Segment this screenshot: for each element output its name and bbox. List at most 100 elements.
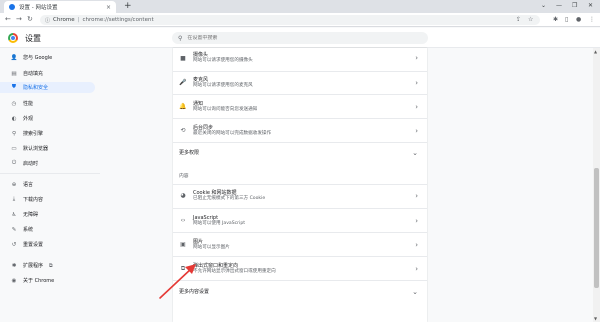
scroll-down-arrow-icon[interactable]: ▼: [594, 316, 597, 321]
code-icon: ‹›: [180, 217, 186, 224]
extensions-icon[interactable]: ✱: [553, 16, 558, 23]
open-external-icon: ⧉: [49, 262, 53, 269]
address-separator: |: [77, 17, 80, 23]
sidebar-item-label: 您与 Google: [23, 55, 53, 61]
chevron-right-icon: ›: [415, 78, 418, 87]
settings-favicon-icon: [9, 4, 15, 10]
row-subtitle: 网站可以显示图片: [193, 244, 230, 250]
browser-toolbar: ← → ↻ ⓘ Chrome | chrome://settings/conte…: [0, 13, 600, 27]
tab-settings[interactable]: 设置 - 网站设置 ×: [4, 1, 116, 13]
chevron-right-icon: ›: [415, 240, 418, 249]
sidebar-item-extensions[interactable]: ✱ 扩展程序 ⧉: [0, 260, 95, 271]
chevron-right-icon: ›: [415, 126, 418, 135]
row-more-content-settings[interactable]: 更多内容设置 ⌄: [173, 280, 427, 302]
row-microphone[interactable]: 🎤 麦克风 网站可以请求使用您的麦克风 ›: [173, 71, 427, 93]
sidebar: 👤 您与 Google ▤ 自动填充 ⛊ 隐私和安全 ◷ 性能 ◐ 外观 ⚲ 搜…: [0, 48, 100, 322]
sidebar-item-accessibility[interactable]: ♿ 无障碍: [0, 209, 95, 220]
sidebar-item-default-browser[interactable]: ▭ 默认浏览器: [0, 143, 95, 154]
bookmark-star-icon[interactable]: ☆: [528, 16, 533, 23]
settings-search[interactable]: ⚲: [172, 32, 428, 44]
sidebar-divider: [0, 173, 100, 174]
scroll-thumb[interactable]: [594, 168, 599, 288]
annotation-arrow-icon: [159, 264, 196, 299]
sidebar-item-label: 默认浏览器: [23, 146, 49, 152]
sidebar-item-languages[interactable]: ⊕ 语言: [0, 179, 95, 190]
side-panel-icon[interactable]: ▯: [565, 16, 568, 23]
row-camera[interactable]: ■ 摄像头 网站可以请求使用您的摄像头 ›: [173, 48, 427, 68]
row-notifications[interactable]: 🔔 通知 网站可以询问能否向您发送通知 ›: [173, 94, 427, 118]
shield-icon: ⛊: [11, 84, 17, 90]
sidebar-item-label: 启动时: [23, 161, 39, 167]
tab-search-chevron-icon[interactable]: ⌄: [541, 2, 546, 9]
bell-icon: 🔔: [179, 103, 187, 110]
download-icon: ⤓: [12, 196, 16, 202]
row-more-permissions[interactable]: 更多权限 ⌄: [173, 142, 427, 162]
forward-button[interactable]: →: [16, 15, 22, 24]
sidebar-item-you-and-google[interactable]: 👤 您与 Google: [0, 52, 95, 63]
new-tab-button[interactable]: +: [124, 2, 132, 11]
sidebar-item-label: 语言: [23, 182, 34, 188]
url-text[interactable]: chrome://settings/content: [82, 17, 153, 23]
page-title: 设置: [25, 34, 41, 43]
image-icon: ▣: [180, 241, 186, 248]
row-javascript[interactable]: ‹› JavaScript 网站可以使用 JavaScript ›: [173, 208, 427, 232]
browser-icon: ▭: [11, 145, 17, 152]
sidebar-item-appearance[interactable]: ◐ 外观: [0, 113, 95, 124]
reload-button[interactable]: ↻: [27, 15, 33, 24]
tab-strip: 设置 - 网站设置 × + ⌄ — ❐ ✕: [0, 0, 600, 13]
sidebar-item-reset[interactable]: ↺ 重置设置: [0, 239, 95, 250]
sidebar-item-downloads[interactable]: ⤓ 下载内容: [0, 194, 95, 205]
page-scrollbar[interactable]: ▲ ▼: [593, 48, 600, 322]
row-subtitle: 已阻止无痕模式下的第三方 Cookie: [193, 195, 266, 201]
row-subtitle: 网站可以请求使用您的麦克风: [193, 82, 253, 88]
sidebar-item-performance[interactable]: ◷ 性能: [0, 98, 95, 109]
chevron-down-icon: ⌄: [412, 148, 418, 157]
search-input[interactable]: [187, 35, 388, 41]
row-images[interactable]: ▣ 图片 网站可以显示图片 ›: [173, 232, 427, 256]
sidebar-item-label: 无障碍: [23, 212, 39, 218]
autofill-icon: ▤: [11, 70, 17, 77]
sidebar-item-system[interactable]: ✎ 系统: [0, 224, 95, 235]
profile-avatar-icon[interactable]: ●: [576, 16, 581, 23]
window-close-button[interactable]: ✕: [588, 2, 593, 9]
sidebar-item-label: 下载内容: [23, 197, 44, 203]
row-subtitle: 网站可以询问能否向您发送通知: [193, 106, 258, 112]
sidebar-item-privacy[interactable]: ⛊ 隐私和安全: [0, 82, 95, 93]
sync-icon: ⟲: [180, 127, 186, 134]
minimize-button[interactable]: —: [556, 2, 562, 9]
power-icon: ⏻: [11, 160, 17, 166]
sidebar-item-autofill[interactable]: ▤ 自动填充: [0, 68, 95, 79]
sidebar-item-on-startup[interactable]: ⏻ 启动时: [0, 158, 95, 169]
site-info-icon[interactable]: ⓘ: [45, 17, 50, 24]
globe-icon: ⊕: [11, 181, 17, 188]
share-icon[interactable]: ⇪: [516, 16, 521, 23]
row-background-sync[interactable]: ⟲ 后台同步 最近关闭的网站可以完成数据收发操作 ›: [173, 118, 427, 142]
palette-icon: ◐: [11, 115, 17, 122]
row-popups-redirects[interactable]: ⧉ 弹出式窗口和重定向 不允许网站显示弹出式窗口或使用重定向 ›: [173, 256, 427, 280]
address-bar[interactable]: ⓘ Chrome | chrome://settings/content: [40, 15, 540, 25]
row-cookies[interactable]: ◕ Cookie 和网站数据 已阻止无痕模式下的第三方 Cookie ›: [173, 184, 427, 206]
accessibility-icon: ♿: [11, 211, 17, 218]
chevron-right-icon: ›: [415, 102, 418, 111]
row-subtitle: 最近关闭的网站可以完成数据收发操作: [193, 130, 272, 136]
tab-title: 设置 - 网站设置: [19, 5, 58, 11]
sidebar-item-label: 隐私和安全: [23, 85, 49, 91]
chevron-right-icon: ›: [415, 54, 418, 62]
menu-kebab-icon[interactable]: ⋮: [589, 16, 595, 23]
tab-close-icon[interactable]: ×: [106, 4, 111, 11]
restore-button[interactable]: ❐: [572, 2, 577, 9]
sidebar-item-search-engine[interactable]: ⚲ 搜索引擎: [0, 128, 95, 139]
chrome-icon: ◉: [11, 277, 17, 284]
camera-icon: ■: [180, 54, 186, 62]
back-button[interactable]: ←: [5, 15, 11, 24]
sidebar-item-label: 自动填充: [23, 71, 44, 77]
sidebar-item-about-chrome[interactable]: ◉ 关于 Chrome: [0, 275, 95, 286]
chevron-right-icon: ›: [415, 264, 418, 273]
scroll-up-arrow-icon[interactable]: ▲: [594, 49, 597, 54]
row-subtitle: 不允许网站显示弹出式窗口或使用重定向: [193, 268, 276, 274]
reset-icon: ↺: [11, 241, 17, 248]
search-icon: ⚲: [11, 130, 17, 137]
wrench-icon: ✎: [11, 226, 17, 233]
extension-icon: ✱: [11, 262, 17, 269]
chrome-scheme-label: Chrome: [53, 17, 75, 23]
